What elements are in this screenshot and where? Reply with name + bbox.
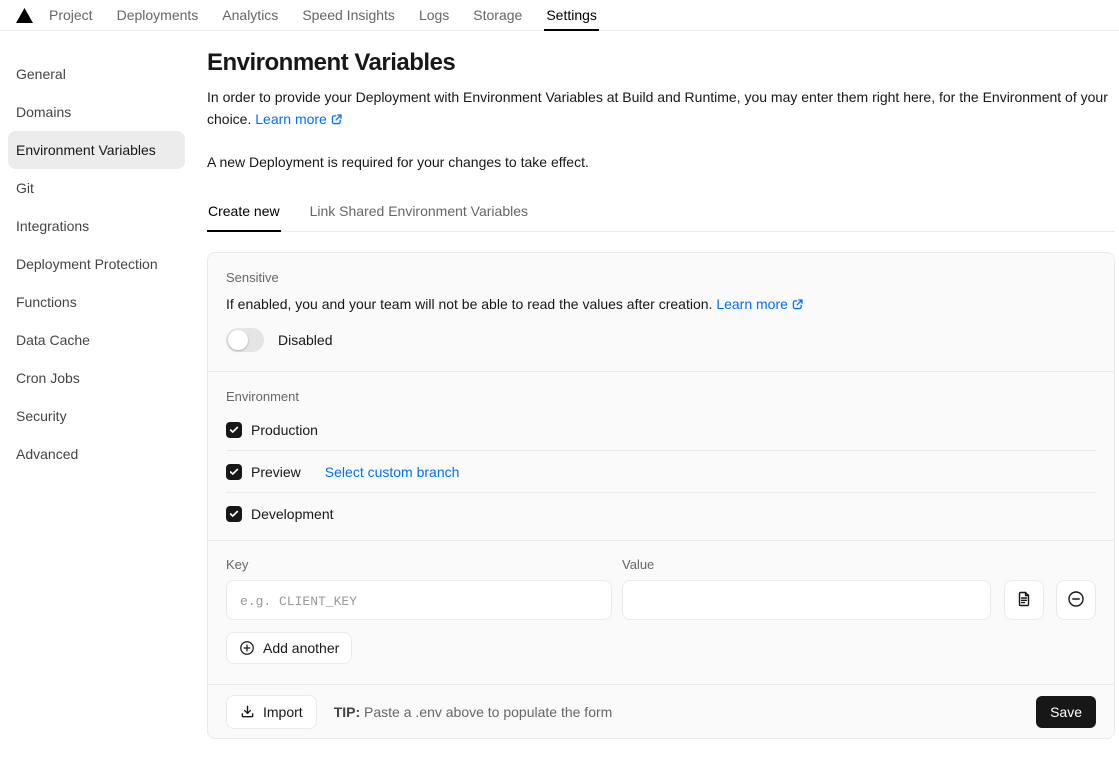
checkbox-development[interactable]	[226, 506, 242, 522]
value-input[interactable]	[622, 580, 991, 620]
env-row-development: Development	[226, 493, 1096, 535]
environment-section: Environment Production Preview Select cu…	[208, 372, 1114, 541]
document-icon	[1016, 591, 1032, 610]
environment-label: Environment	[226, 389, 299, 404]
minus-circle-icon	[1067, 590, 1085, 611]
external-link-icon	[330, 110, 343, 125]
redeploy-notice: A new Deployment is required for your ch…	[207, 154, 589, 170]
sidebar-item-git[interactable]: Git	[8, 169, 185, 207]
create-env-var-card: Sensitive If enabled, you and your team …	[207, 252, 1115, 739]
learn-more-link[interactable]: Learn more	[255, 111, 343, 127]
sidebar-item-advanced[interactable]: Advanced	[8, 435, 185, 473]
sensitive-label: Sensitive	[226, 270, 279, 285]
vercel-logo-icon	[16, 7, 33, 23]
download-icon	[240, 704, 255, 719]
remove-row-button[interactable]	[1056, 580, 1096, 620]
toggle-knob	[228, 330, 248, 350]
sensitive-section: Sensitive If enabled, you and your team …	[208, 253, 1114, 372]
sidebar-item-general[interactable]: General	[8, 55, 185, 93]
sidebar-item-domains[interactable]: Domains	[8, 93, 185, 131]
value-label: Value	[622, 557, 655, 572]
key-input[interactable]	[226, 580, 612, 620]
checkbox-production[interactable]	[226, 421, 242, 438]
env-var-tabs: Create new Link Shared Environment Varia…	[207, 199, 1115, 232]
sensitive-description: If enabled, you and your team will not b…	[226, 296, 1096, 312]
add-another-button[interactable]: Add another	[226, 632, 353, 664]
top-nav: Project Deployments Analytics Speed Insi…	[0, 0, 1119, 31]
sidebar-item-environment-variables[interactable]: Environment Variables	[8, 131, 185, 169]
sidebar-item-deployment-protection[interactable]: Deployment Protection	[8, 245, 185, 283]
nav-tab-settings[interactable]: Settings	[544, 0, 599, 31]
tip-label: TIP:	[333, 703, 361, 720]
env-row-preview: Preview Select custom branch	[226, 451, 1096, 493]
sidebar-item-data-cache[interactable]: Data Cache	[8, 321, 185, 359]
paste-env-file-button[interactable]	[1004, 580, 1044, 620]
external-link-icon	[791, 298, 804, 311]
nav-tab-project[interactable]: Project	[47, 0, 95, 30]
add-another-label: Add another	[263, 640, 340, 656]
sensitive-description-text: If enabled, you and your team will not b…	[226, 296, 713, 312]
save-button[interactable]: Save	[1036, 695, 1096, 728]
nav-tab-storage[interactable]: Storage	[471, 0, 524, 30]
env-label-production: Production	[251, 421, 318, 438]
page-description: In order to provide your Deployment with…	[207, 86, 1115, 130]
tab-link-shared[interactable]: Link Shared Environment Variables	[309, 199, 529, 231]
env-label-preview: Preview	[251, 463, 301, 480]
tip-body: Paste a .env above to populate the form	[364, 703, 613, 720]
sidebar-item-cron-jobs[interactable]: Cron Jobs	[8, 359, 185, 397]
tip-text: TIP: Paste a .env above to populate the …	[334, 704, 613, 720]
import-button[interactable]: Import	[226, 694, 317, 729]
nav-tab-logs[interactable]: Logs	[417, 0, 451, 30]
toggle-state-label: Disabled	[278, 332, 333, 348]
settings-sidebar: General Domains Environment Variables Gi…	[0, 31, 200, 760]
sidebar-item-functions[interactable]: Functions	[8, 283, 185, 321]
env-label-development: Development	[251, 506, 334, 522]
plus-circle-icon	[239, 640, 255, 656]
import-label: Import	[263, 703, 303, 720]
sensitive-learn-more-label: Learn more	[716, 296, 788, 312]
checkbox-preview[interactable]	[226, 463, 242, 480]
nav-tab-analytics[interactable]: Analytics	[220, 0, 280, 30]
sidebar-item-security[interactable]: Security	[8, 397, 185, 435]
sidebar-item-integrations[interactable]: Integrations	[8, 207, 185, 245]
learn-more-label: Learn more	[255, 111, 327, 127]
sensitive-toggle[interactable]	[226, 328, 264, 352]
tab-create-new[interactable]: Create new	[207, 199, 281, 232]
page-title: Environment Variables	[207, 49, 456, 76]
sensitive-learn-more-link[interactable]: Learn more	[716, 296, 804, 312]
env-row-production: Production	[226, 409, 1096, 451]
card-footer: Import TIP: Paste a .env above to popula…	[208, 685, 1114, 738]
main-content: Environment Variables In order to provid…	[200, 31, 1119, 760]
nav-tab-speed-insights[interactable]: Speed Insights	[300, 0, 397, 30]
key-value-section: Key Value	[208, 541, 1114, 685]
nav-tab-deployments[interactable]: Deployments	[115, 0, 201, 30]
select-custom-branch-link[interactable]: Select custom branch	[325, 464, 460, 480]
key-label: Key	[226, 557, 249, 572]
